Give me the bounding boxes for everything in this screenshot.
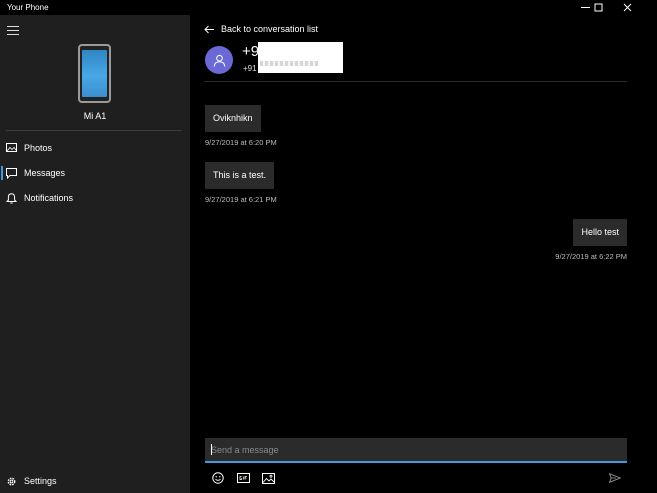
image-icon: [261, 472, 275, 484]
gif-button[interactable]: [236, 471, 250, 485]
messages-icon: [6, 167, 17, 179]
compose-box[interactable]: [205, 438, 627, 463]
app-title: Your Phone: [7, 3, 49, 12]
conversation-pane: Back to conversation list +91 +91 Oviknh…: [190, 15, 637, 493]
redaction-block: [258, 42, 343, 73]
message-timestamp: 9/27/2019 at 6:22 PM: [555, 252, 627, 261]
device-name: Mi A1: [83, 111, 107, 121]
message-input[interactable]: [205, 438, 627, 461]
text-caret: [211, 444, 212, 455]
close-icon: [623, 3, 631, 12]
avatar: [205, 46, 233, 74]
selection-indicator: [1, 166, 3, 180]
sidebar-item-label: Photos: [24, 143, 53, 153]
maximize-icon: [594, 3, 602, 12]
send-button[interactable]: [608, 471, 622, 485]
message-timestamp: 9/27/2019 at 6:20 PM: [205, 138, 277, 147]
phone-illustration: [78, 44, 111, 103]
emoji-icon: [212, 472, 224, 484]
send-icon: [609, 473, 621, 483]
arrow-left-icon: [204, 25, 214, 33]
sidebar-item-notifications[interactable]: Notifications: [0, 187, 190, 209]
settings-button[interactable]: Settings: [0, 470, 190, 492]
photos-icon: [6, 143, 17, 154]
title-bar: Your Phone: [0, 0, 657, 15]
person-icon: [213, 54, 225, 67]
sidebar-item-messages[interactable]: Messages: [0, 162, 190, 184]
message-bubble-outgoing[interactable]: Hello test: [573, 219, 627, 246]
header-divider: [204, 81, 627, 82]
maximize-button[interactable]: [585, 0, 611, 15]
hamburger-icon[interactable]: [7, 26, 19, 36]
bell-icon: [6, 192, 17, 204]
back-to-conversations-link[interactable]: Back to conversation list: [204, 22, 318, 36]
window-right-edge: [637, 15, 657, 493]
gif-icon: [236, 473, 250, 483]
sidebar-item-photos[interactable]: Photos: [0, 137, 190, 159]
sidebar-item-label: Notifications: [24, 193, 74, 203]
contact-subtitle: +91: [243, 64, 257, 73]
message-timestamp: 9/27/2019 at 6:21 PM: [205, 195, 277, 204]
gear-icon: [6, 476, 17, 487]
sidebar-divider: [6, 130, 182, 131]
sidebar: Mi A1 Photos Messages Notifications Sett…: [0, 15, 190, 493]
image-button[interactable]: [261, 471, 275, 485]
sidebar-item-label: Messages: [24, 168, 66, 178]
emoji-button[interactable]: [211, 471, 225, 485]
settings-label: Settings: [24, 476, 57, 486]
message-bubble-incoming[interactable]: Oviknhikn: [205, 105, 261, 132]
close-button[interactable]: [614, 0, 640, 15]
back-label: Back to conversation list: [221, 24, 319, 34]
message-bubble-incoming[interactable]: This is a test.: [205, 162, 275, 189]
